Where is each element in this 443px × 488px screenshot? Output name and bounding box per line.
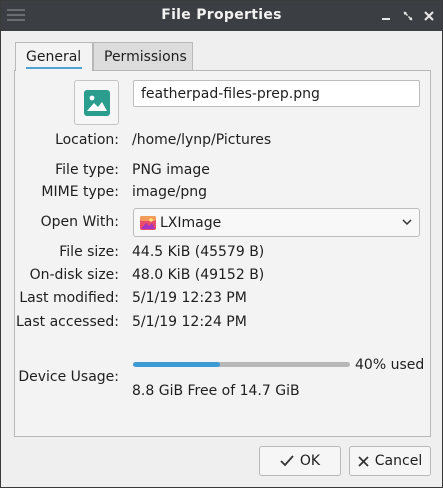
chevron-down-icon <box>402 219 412 226</box>
lximage-app-icon <box>140 216 156 230</box>
cancel-button-label: Cancel <box>374 453 423 469</box>
open-with-selected-value: LXImage <box>160 215 222 231</box>
device-free-space: 8.8 GiB Free of 14.7 GiB <box>132 383 300 399</box>
tab-general-label: General <box>26 49 82 65</box>
active-tab-indicator <box>26 67 82 69</box>
change-icon-button[interactable] <box>74 80 119 125</box>
device-usage-fill <box>133 362 220 367</box>
open-with-select[interactable]: LXImage <box>133 208 420 237</box>
device-usage-percent: 40% used <box>355 357 425 373</box>
window-title: File Properties <box>161 7 282 23</box>
check-icon <box>280 455 294 467</box>
title-bar[interactable]: File Properties <box>1 1 442 31</box>
maximize-icon <box>403 11 413 21</box>
ok-button[interactable]: OK <box>259 446 341 476</box>
image-icon <box>83 89 110 116</box>
last-modified-value: 5/1/19 12:23 PM <box>132 290 247 306</box>
mime-type-label: MIME type: <box>41 184 119 200</box>
maximize-button[interactable] <box>400 8 416 24</box>
file-size-label: File size: <box>59 244 119 260</box>
on-disk-size-label: On-disk size: <box>29 267 119 283</box>
tab-permissions[interactable]: Permissions <box>93 42 193 70</box>
mime-type-value: image/png <box>132 184 207 200</box>
file-properties-dialog: File Properties General Permissions feat… <box>0 0 443 488</box>
location-value: /home/lynp/Pictures <box>132 132 272 148</box>
tab-general[interactable]: General <box>15 42 93 71</box>
last-modified-label: Last modified: <box>19 290 119 306</box>
tab-permissions-label: Permissions <box>104 49 187 65</box>
last-accessed-label: Last accessed: <box>15 314 119 330</box>
file-type-value: PNG image <box>132 162 210 178</box>
file-name-input[interactable] <box>133 80 420 107</box>
cancel-button[interactable]: Cancel <box>349 446 431 476</box>
device-usage-label: Device Usage: <box>18 369 119 385</box>
minimize-button[interactable] <box>378 8 394 24</box>
location-label: Location: <box>55 132 119 148</box>
on-disk-size-value: 48.0 KiB (49152 B) <box>132 267 265 283</box>
ok-button-label: OK <box>299 453 321 469</box>
file-type-label: File type: <box>55 162 119 178</box>
open-with-label: Open With: <box>40 214 119 230</box>
close-icon <box>424 11 434 21</box>
last-accessed-value: 5/1/19 12:24 PM <box>132 314 247 330</box>
close-button[interactable] <box>421 8 437 24</box>
file-size-value: 44.5 KiB (45579 B) <box>132 244 265 260</box>
device-usage-bar <box>133 362 350 367</box>
cancel-icon <box>358 455 369 467</box>
minimize-icon <box>382 18 390 20</box>
